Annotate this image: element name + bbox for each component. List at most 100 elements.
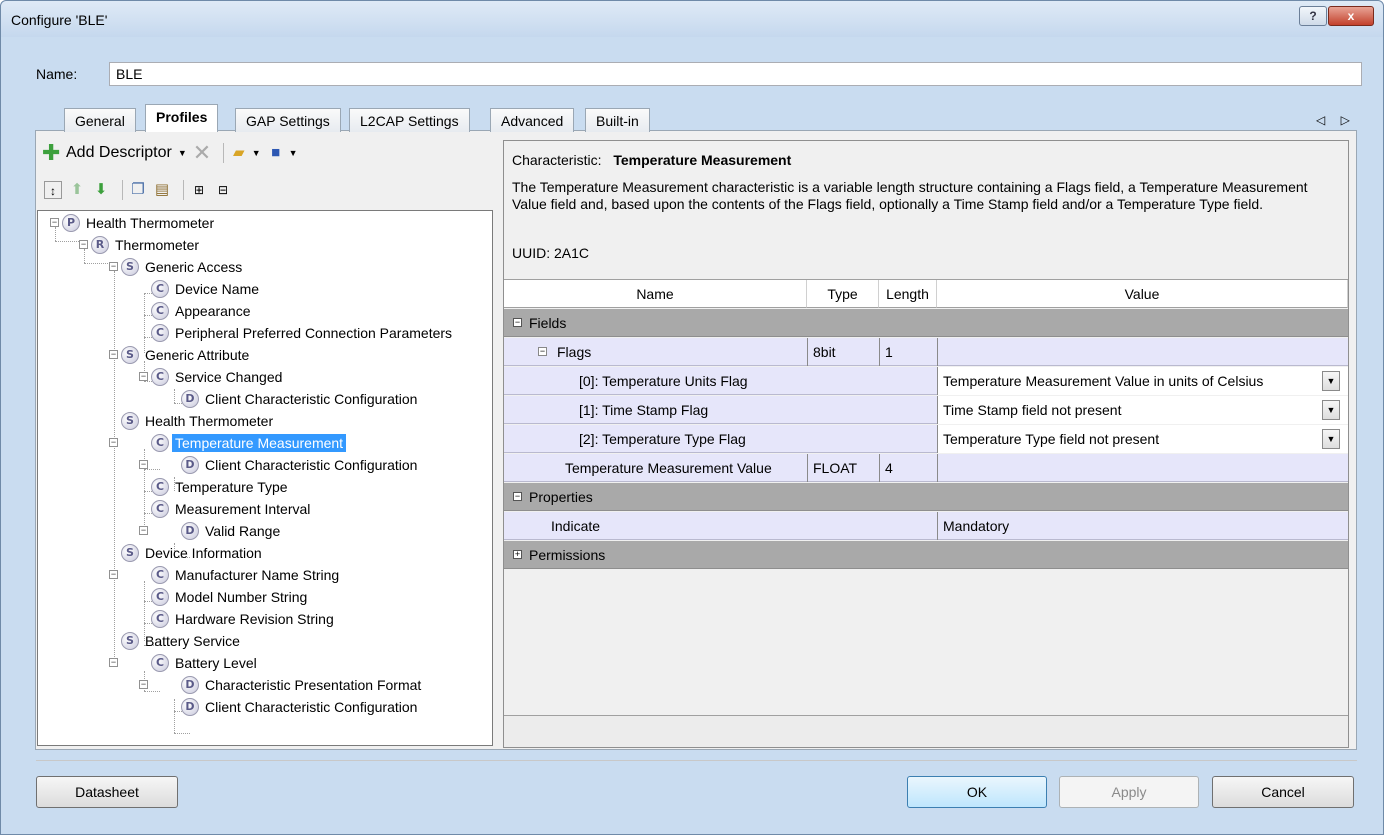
row-name: [2]: Temperature Type Flag (579, 431, 746, 447)
tree-node-profile[interactable]: P Health Thermometer (62, 212, 214, 234)
paste-icon[interactable]: ▤ (153, 181, 171, 199)
tree-node-label: Health Thermometer (86, 215, 215, 231)
apply-button[interactable]: Apply (1059, 776, 1199, 808)
expand-all-icon[interactable]: ⊞ (190, 181, 208, 199)
column-header-value[interactable]: Value (937, 280, 1348, 308)
save-icon[interactable]: ■ (267, 144, 285, 162)
toolbar-top: ✚ Add Descriptor ▼ ✕ ▰ ▼ ■ ▼ (42, 142, 304, 164)
column-header-length[interactable]: Length (879, 280, 937, 308)
table-row-indicate[interactable]: Indicate Mandatory (504, 512, 1348, 540)
toolbar-separator-2 (122, 180, 123, 200)
characteristic-icon: C (151, 610, 169, 628)
tree-node-role[interactable]: R Thermometer (91, 234, 199, 256)
service-icon: S (121, 544, 139, 562)
collapse-all-icon[interactable]: ⊟ (214, 181, 232, 199)
tree-node-characteristic[interactable]: C Appearance (151, 300, 251, 322)
property-grid[interactable]: Name Type Length Value − Fields − Flags … (504, 279, 1348, 715)
characteristic-icon: C (151, 654, 169, 672)
column-header-type[interactable]: Type (807, 280, 879, 308)
characteristic-icon: C (151, 280, 169, 298)
tree-node-characteristic[interactable]: C Hardware Revision String (151, 608, 334, 630)
tree-node-label: Temperature Measurement (172, 434, 347, 452)
table-row-flag-1[interactable]: [1]: Time Stamp Flag Time Stamp field no… (504, 396, 1348, 424)
table-row-flag-2[interactable]: [2]: Temperature Type Flag Temperature T… (504, 425, 1348, 453)
tree-node-characteristic[interactable]: C Battery Level (151, 652, 257, 674)
characteristic-panel: Characteristic: Temperature Measurement … (503, 140, 1349, 748)
collapse-icon[interactable]: − (513, 492, 522, 501)
open-folder-icon[interactable]: ▰ (230, 144, 248, 162)
tree-node-characteristic[interactable]: C Peripheral Preferred Connection Parame… (151, 322, 452, 344)
add-descriptor-dropdown-icon[interactable]: ▼ (178, 148, 187, 158)
tree-node-label: Model Number String (175, 589, 308, 605)
tree-node-characteristic[interactable]: C Device Name (151, 278, 259, 300)
characteristic-icon: C (151, 588, 169, 606)
dropdown-arrow-icon[interactable]: ▼ (1322, 400, 1340, 420)
row-type: 8bit (807, 338, 879, 366)
tab-advanced[interactable]: Advanced (490, 108, 575, 132)
datasheet-button[interactable]: Datasheet (36, 776, 178, 808)
tab-profiles[interactable]: Profiles (145, 104, 219, 132)
value-select[interactable]: Time Stamp field not present (937, 396, 1348, 424)
tree-node-descriptor[interactable]: D Client Characteristic Configuration (181, 388, 417, 410)
tree-node-characteristic[interactable]: C Service Changed (151, 366, 282, 388)
tree-node-descriptor[interactable]: D Client Characteristic Configuration (181, 696, 417, 718)
tree-node-descriptor[interactable]: D Client Characteristic Configuration (181, 454, 417, 476)
tree-node-label: Valid Range (205, 523, 281, 539)
tree-node-label: Device Name (175, 281, 260, 297)
characteristic-icon: C (151, 434, 169, 452)
tree-node-characteristic[interactable]: C Model Number String (151, 586, 307, 608)
characteristic-icon: C (151, 324, 169, 342)
tree-node-service[interactable]: S Generic Access (121, 256, 242, 278)
move-up-icon[interactable]: ⬆ (68, 181, 86, 199)
tree-node-service[interactable]: S Device Information (121, 542, 262, 564)
sort-icon[interactable]: ↕ (44, 181, 62, 199)
help-button[interactable]: ? (1299, 6, 1327, 26)
tree-node-service[interactable]: S Generic Attribute (121, 344, 249, 366)
delete-icon[interactable]: ✕ (193, 142, 211, 164)
characteristic-name: Temperature Measurement (613, 152, 792, 168)
tree-node-service[interactable]: S Battery Service (121, 630, 240, 652)
tree-node-characteristic[interactable]: C Manufacturer Name String (151, 564, 339, 586)
table-row-temperature-measurement-value[interactable]: Temperature Measurement Value FLOAT 4 (504, 454, 1348, 482)
tab-scroll-arrows[interactable]: ◁ ▷ (1316, 113, 1356, 127)
category-fields[interactable]: − Fields (504, 309, 1348, 337)
name-input[interactable] (109, 62, 1362, 86)
collapse-icon[interactable]: − (538, 347, 547, 356)
column-header-name[interactable]: Name (504, 280, 807, 308)
tree-node-descriptor[interactable]: D Valid Range (181, 520, 280, 542)
move-down-icon[interactable]: ⬇ (92, 181, 110, 199)
add-descriptor-button[interactable]: Add Descriptor (66, 144, 172, 162)
tab-built-in[interactable]: Built-in (585, 108, 650, 132)
save-dropdown-icon[interactable]: ▼ (289, 148, 298, 158)
tree-node-characteristic[interactable]: C Temperature Type (151, 476, 288, 498)
ok-button[interactable]: OK (907, 776, 1047, 808)
characteristic-icon: C (151, 302, 169, 320)
category-permissions[interactable]: + Permissions (504, 541, 1348, 569)
profile-tree[interactable]: − − − − − − − − − − − P Health Thermomet… (37, 210, 493, 746)
tree-node-label: Generic Access (145, 259, 243, 275)
open-dropdown-icon[interactable]: ▼ (252, 148, 261, 158)
value-select[interactable]: Temperature Type field not present (937, 425, 1348, 453)
expand-icon[interactable]: + (513, 550, 522, 559)
value-select[interactable]: Temperature Measurement Value in units o… (937, 367, 1348, 395)
category-properties[interactable]: − Properties (504, 483, 1348, 511)
table-row-flag-0[interactable]: [0]: Temperature Units Flag Temperature … (504, 367, 1348, 395)
collapse-icon[interactable]: − (513, 318, 522, 327)
dropdown-arrow-icon[interactable]: ▼ (1322, 371, 1340, 391)
close-button[interactable]: x (1328, 6, 1374, 26)
copy-icon[interactable]: ❐ (129, 181, 147, 199)
service-icon: S (121, 632, 139, 650)
tree-node-descriptor[interactable]: D Characteristic Presentation Format (181, 674, 421, 696)
row-name: Flags (557, 344, 592, 360)
cancel-button[interactable]: Cancel (1212, 776, 1354, 808)
tab-general[interactable]: General (64, 108, 136, 132)
tab-gap-settings[interactable]: GAP Settings (235, 108, 341, 132)
tree-node-label: Client Characteristic Configuration (205, 457, 418, 473)
table-row-flags[interactable]: − Flags 8bit 1 (504, 338, 1348, 366)
tab-l2cap-settings[interactable]: L2CAP Settings (349, 108, 470, 132)
tree-node-characteristic[interactable]: C Measurement Interval (151, 498, 310, 520)
tree-node-characteristic-selected[interactable]: C Temperature Measurement (151, 432, 347, 454)
dropdown-arrow-icon[interactable]: ▼ (1322, 429, 1340, 449)
tree-node-service[interactable]: S Health Thermometer (121, 410, 273, 432)
tree-node-label: Appearance (175, 303, 251, 319)
